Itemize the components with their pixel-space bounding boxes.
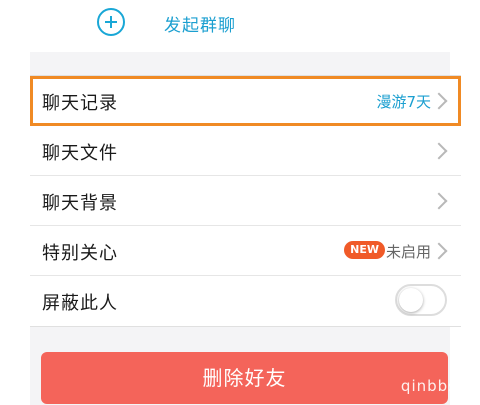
chevron-right-icon bbox=[430, 192, 448, 210]
special-care-row[interactable]: 特别关心 NEW 未启用 bbox=[30, 226, 461, 276]
chat-background-row[interactable]: 聊天背景 bbox=[30, 176, 461, 226]
chat-background-label: 聊天背景 bbox=[42, 193, 118, 214]
chat-files-label: 聊天文件 bbox=[42, 143, 118, 164]
watermark: qinbbs.c bbox=[400, 377, 472, 395]
chevron-right-icon bbox=[430, 142, 448, 160]
chat-files-row[interactable]: 聊天文件 bbox=[30, 126, 461, 176]
chat-history-label: 聊天记录 bbox=[42, 93, 118, 114]
start-group-chat-label[interactable]: 发起群聊 bbox=[164, 11, 236, 36]
special-care-value: 未启用 bbox=[385, 243, 431, 261]
chat-history-row[interactable]: 聊天记录 漫游7天 bbox=[30, 76, 461, 126]
new-badge: NEW bbox=[344, 241, 385, 259]
delete-friend-button[interactable]: 删除好友 bbox=[41, 352, 448, 404]
left-edge bbox=[0, 0, 30, 405]
chevron-right-icon bbox=[430, 92, 448, 110]
chat-history-value: 漫游7天 bbox=[376, 93, 431, 111]
block-user-row: 屏蔽此人 bbox=[30, 276, 461, 326]
chevron-right-icon bbox=[430, 242, 448, 260]
toggle-knob bbox=[399, 288, 423, 312]
plus-circle-icon[interactable] bbox=[97, 8, 125, 36]
settings-list: 聊天记录 漫游7天 聊天文件 聊天背景 特别关心 NEW 未启用 屏蔽此人 bbox=[30, 75, 461, 327]
block-user-toggle[interactable] bbox=[395, 284, 447, 316]
start-group-chat-row[interactable]: 发起群聊 bbox=[30, 0, 461, 52]
block-user-label: 屏蔽此人 bbox=[42, 293, 118, 314]
special-care-label: 特别关心 bbox=[42, 243, 118, 264]
